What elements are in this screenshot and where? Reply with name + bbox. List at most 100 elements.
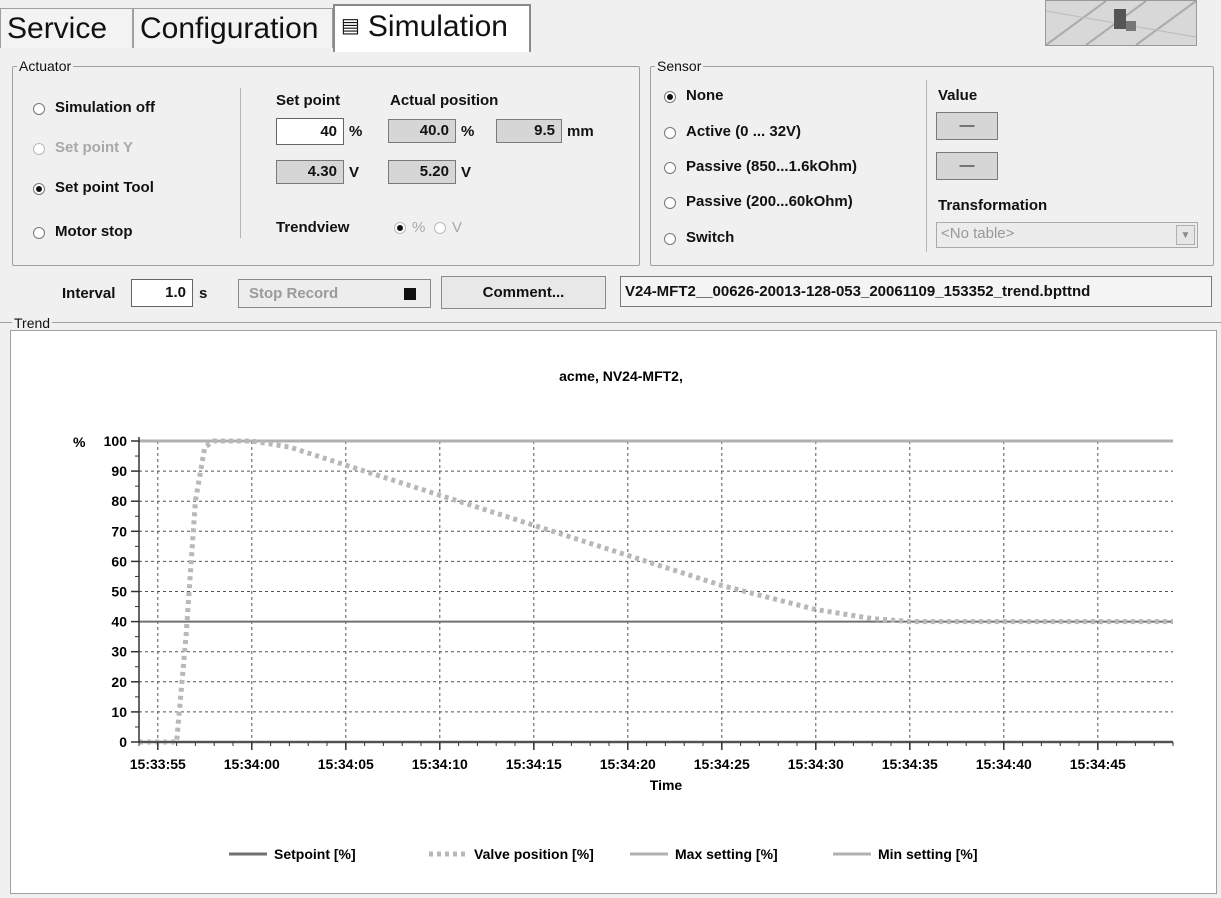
volt-unit: V xyxy=(349,164,360,181)
stop-icon xyxy=(404,288,416,300)
sensor-value-2: — xyxy=(959,157,975,174)
x-tick-label: 15:33:55 xyxy=(130,756,186,772)
x-tick-label: 15:34:25 xyxy=(694,756,750,772)
radio-label: Set point Tool xyxy=(55,179,154,196)
setpoint-volt-field: 4.30 xyxy=(276,160,344,184)
chart-axes: 0 10 20 30 40 50 60 70 80 90 100 15:33:55 15:34:00 15… xyxy=(104,433,1174,772)
tab-configuration[interactable]: Configuration xyxy=(133,8,333,48)
actual-mm-value: 9.5 xyxy=(534,122,555,139)
trendview-radio-percent xyxy=(394,222,406,234)
radio-label: Simulation off xyxy=(55,99,155,116)
y-tick-label: 70 xyxy=(111,523,127,539)
y-tick-label: 0 xyxy=(119,734,127,750)
x-tick-label: 15:34:15 xyxy=(506,756,562,772)
radio-sensor-switch[interactable] xyxy=(664,233,676,245)
y-tick-label: 90 xyxy=(111,463,127,479)
volt-unit: V xyxy=(461,164,472,181)
radio-label: Motor stop xyxy=(55,223,133,240)
y-tick-label: 60 xyxy=(111,553,127,569)
trend-chart: acme, NV24-MFT2, % Time 0 10 20 30 40 50 60 70 8… xyxy=(73,368,1174,862)
trendview-label: Trendview xyxy=(276,219,350,236)
chevron-down-icon[interactable]: ▼ xyxy=(1176,225,1195,245)
chart-title: acme, NV24-MFT2, xyxy=(559,368,683,384)
tab-bar: Service Configuration ▤ Simulation xyxy=(0,0,1221,52)
interval-label: Interval xyxy=(62,285,116,302)
radio-sensor-active[interactable] xyxy=(664,127,676,139)
radio-simulation-off[interactable] xyxy=(33,103,45,115)
interval-input[interactable]: 1.0 xyxy=(131,279,193,307)
value-label: Value xyxy=(938,87,978,104)
x-tick-label: 15:34:45 xyxy=(1070,756,1126,772)
sensor-value-field-1: — xyxy=(936,112,998,140)
radio-sensor-passive-200[interactable] xyxy=(664,197,676,209)
y-tick-label: 100 xyxy=(104,433,128,449)
record-filename: V24-MFT2__00626-20013-128-053_20061109_1… xyxy=(625,283,1091,300)
y-tick-label: 10 xyxy=(111,704,127,720)
mm-unit: mm xyxy=(567,123,594,140)
tab-service[interactable]: Service xyxy=(0,8,133,48)
radio-label: Set point Y xyxy=(55,139,134,156)
legend-label: Valve position [%] xyxy=(474,846,594,862)
legend-label: Min setting [%] xyxy=(878,846,978,862)
x-tick-label: 15:34:35 xyxy=(882,756,938,772)
device-logo xyxy=(1045,0,1197,46)
trend-separator xyxy=(0,322,1221,323)
trend-title: Trend xyxy=(12,315,53,331)
radio-motor-stop[interactable] xyxy=(33,227,45,239)
actual-mm-field: 9.5 xyxy=(496,119,562,143)
setpoint-percent-value: 40 xyxy=(320,123,337,140)
trendview-option-percent: % xyxy=(412,219,426,236)
radio-sensor-passive-850[interactable] xyxy=(664,162,676,174)
actual-volt-value: 5.20 xyxy=(419,163,449,180)
actual-percent-value: 40.0 xyxy=(419,122,449,139)
legend-label: Max setting [%] xyxy=(675,846,778,862)
sensor-value-1: — xyxy=(959,117,975,134)
chart-icon: ▤ xyxy=(341,15,360,37)
tab-label: Configuration xyxy=(140,12,319,45)
stop-record-label: Stop Record xyxy=(249,285,339,302)
actuator-title: Actuator xyxy=(19,58,72,74)
comment-label: Comment... xyxy=(482,284,565,301)
actual-percent-field: 40.0 xyxy=(388,119,456,143)
trend-chart-panel: acme, NV24-MFT2, % Time 0 10 20 30 40 50 60 70 8… xyxy=(10,330,1217,894)
radio-label: Active (0 ... 32V) xyxy=(686,123,802,140)
actual-position-label: Actual position xyxy=(390,92,499,109)
y-tick-label: 80 xyxy=(111,493,127,509)
percent-unit: % xyxy=(349,123,363,140)
radio-set-point-y xyxy=(33,143,45,155)
actual-volt-field: 5.20 xyxy=(388,160,456,184)
radio-label: None xyxy=(686,87,724,104)
interval-unit: s xyxy=(199,285,208,302)
x-tick-label: 15:34:30 xyxy=(788,756,844,772)
y-tick-label: 40 xyxy=(111,614,127,630)
x-tick-label: 15:34:05 xyxy=(318,756,374,772)
y-tick-label: 30 xyxy=(111,644,127,660)
chart-grid xyxy=(139,440,1173,743)
transformation-value: <No table> xyxy=(941,225,1015,242)
setpoint-percent-input[interactable]: 40 xyxy=(276,118,344,145)
trendview-option-volt: V xyxy=(452,219,463,236)
chart-legend: Setpoint [%] Valve position [%] Max settin… xyxy=(229,846,978,862)
x-tick-label: 15:34:20 xyxy=(600,756,656,772)
radio-label: Switch xyxy=(686,229,735,246)
y-axis-label: % xyxy=(73,434,86,450)
legend-label: Setpoint [%] xyxy=(274,846,356,862)
tab-label: Simulation xyxy=(367,10,508,43)
sensor-divider xyxy=(926,80,927,252)
comment-button[interactable]: Comment... xyxy=(441,276,606,309)
transformation-select[interactable]: <No table> xyxy=(936,222,1198,248)
x-tick-label: 15:34:40 xyxy=(976,756,1032,772)
tab-label: Service xyxy=(7,12,108,45)
y-tick-label: 20 xyxy=(111,674,127,690)
trendview-radio-volt xyxy=(434,222,446,234)
radio-set-point-tool[interactable] xyxy=(33,183,45,195)
radio-sensor-none[interactable] xyxy=(664,91,676,103)
transformation-label: Transformation xyxy=(938,197,1048,214)
x-tick-label: 15:34:10 xyxy=(412,756,468,772)
tab-simulation[interactable]: ▤ Simulation xyxy=(333,4,531,52)
actuator-divider xyxy=(240,88,241,238)
interval-value: 1.0 xyxy=(165,284,186,301)
stop-record-button[interactable]: Stop Record xyxy=(238,279,431,308)
sensor-value-field-2: — xyxy=(936,152,998,180)
radio-label: Passive (850...1.6kOhm) xyxy=(686,158,857,175)
